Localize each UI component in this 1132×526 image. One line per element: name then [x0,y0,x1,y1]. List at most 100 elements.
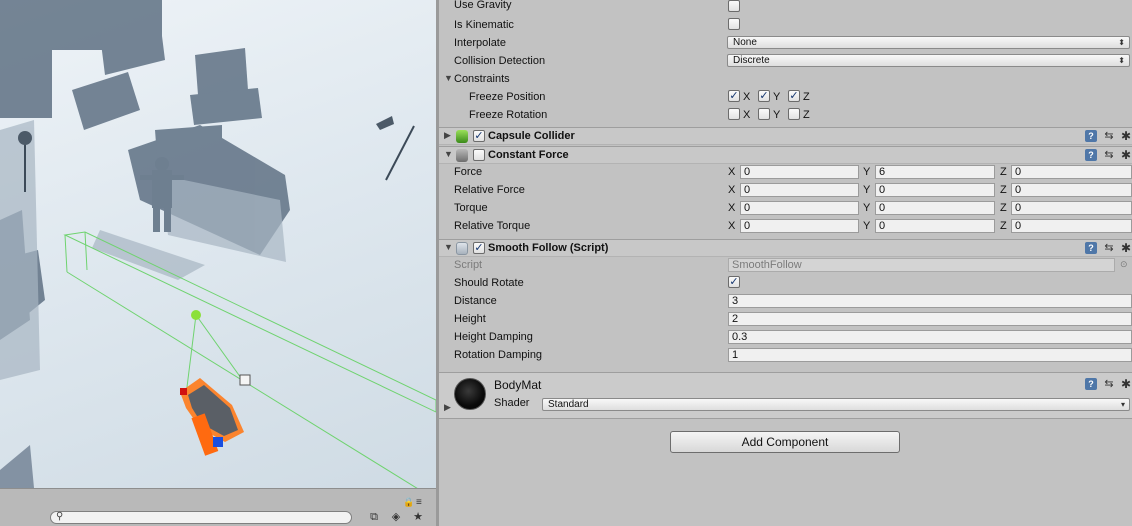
lock-icon[interactable]: 🔒 [403,497,414,508]
height-row: Height 2 [439,311,1132,329]
torque-y-field[interactable]: 0 [875,201,995,215]
interpolate-dropdown[interactable]: None ⬍ [727,36,1130,49]
capsule-collider-title: Capsule Collider [488,130,575,142]
torque-row: Torque X 0 Y 0 Z 0 [439,200,1132,218]
scene-view[interactable] [0,0,436,488]
height-damping-row: Height Damping 0.3 [439,329,1132,347]
constant-force-enabled-checkbox[interactable] [473,149,485,161]
material-name: BodyMat [494,378,542,392]
relative-torque-y-axis-label: Y [863,220,871,232]
relative-force-z-field[interactable]: 0 [1011,183,1132,197]
scene-render [0,0,436,488]
material-foldout-icon[interactable]: ▶ [444,402,451,413]
relative-force-x-axis-label: X [728,184,736,196]
filter-label-icon[interactable]: ◈ [388,509,404,525]
use-gravity-checkbox[interactable] [728,0,740,12]
rotation-damping-label: Rotation Damping [454,349,543,361]
help-icon[interactable]: ? [1085,242,1097,254]
help-icon[interactable]: ? [1085,149,1097,161]
freeze-position-y-label: Y [773,91,781,103]
torque-z-axis-label: Z [1000,202,1007,214]
constant-force-foldout-icon[interactable]: ▼ [444,149,453,159]
project-toolbar: 🔒 ≡ ⚲ ⧉ ◈ ★ [0,488,436,526]
help-icon[interactable]: ? [1085,378,1097,390]
add-component-button[interactable]: Add Component [670,431,900,453]
interpolate-label: Interpolate [454,37,506,49]
preset-icon[interactable]: ⇆ [1103,242,1115,254]
torque-z-field[interactable]: 0 [1011,201,1132,215]
use-gravity-row: Use Gravity [439,0,1132,18]
force-y-field[interactable]: 6 [875,165,995,179]
should-rotate-checkbox[interactable]: ✓ [728,276,740,288]
capsule-collider-enabled-checkbox[interactable]: ✓ [473,130,485,142]
shader-dropdown[interactable]: Standard ▾ [542,398,1130,411]
constraints-foldout-icon[interactable]: ▼ [444,73,453,83]
height-damping-field[interactable]: 0.3 [728,330,1132,344]
inspector-panel: Use Gravity Is Kinematic Interpolate Non… [439,0,1132,526]
freeze-rotation-x-label: X [743,109,751,121]
force-z-field[interactable]: 0 [1011,165,1132,179]
script-object-field[interactable]: SmoothFollow [728,258,1115,272]
shader-value: Standard [548,399,589,410]
freeze-position-label: Freeze Position [469,91,546,103]
interpolate-row: Interpolate None ⬍ [439,35,1132,53]
help-icon[interactable]: ? [1085,130,1097,142]
freeze-position-x-checkbox[interactable]: ✓ [728,90,740,102]
distance-field[interactable]: 3 [728,294,1132,308]
freeze-rotation-x-checkbox[interactable] [728,108,740,120]
collision-detection-value: Discrete [733,55,770,66]
smooth-follow-header[interactable]: ▼ ✓ Smooth Follow (Script) ? ⇆ ✱ [439,239,1132,257]
capsule-collider-foldout-icon[interactable]: ▶ [444,130,451,141]
preset-icon[interactable]: ⇆ [1103,378,1115,390]
constant-force-header[interactable]: ▼ Constant Force ? ⇆ ✱ [439,146,1132,164]
collision-detection-row: Collision Detection Discrete ⬍ [439,53,1132,71]
constraints-row[interactable]: ▼ Constraints [439,71,1132,89]
rotation-damping-row: Rotation Damping 1 [439,347,1132,365]
relative-torque-row: Relative Torque X 0 Y 0 Z 0 [439,218,1132,236]
force-label: Force [454,166,483,178]
script-icon [456,242,468,255]
relative-force-x-field[interactable]: 0 [740,183,859,197]
material-section: BodyMat ▶ Shader Standard ▾ ? ⇆ ✱ [439,372,1132,419]
rotation-damping-field[interactable]: 1 [728,348,1132,362]
relative-torque-z-field[interactable]: 0 [1011,219,1132,233]
height-field[interactable]: 2 [728,312,1132,326]
gear-icon[interactable]: ✱ [1120,149,1132,161]
force-x-field[interactable]: 0 [740,165,859,179]
favorite-star-icon[interactable]: ★ [410,509,426,525]
force-y-axis-label: Y [863,166,871,178]
torque-x-field[interactable]: 0 [740,201,859,215]
smooth-follow-foldout-icon[interactable]: ▼ [444,242,453,252]
unity-editor: 🔒 ≡ ⚲ ⧉ ◈ ★ Use Gravity Is Kinematic Int… [0,0,1132,526]
relative-force-y-field[interactable]: 0 [875,183,995,197]
smooth-follow-enabled-checkbox[interactable]: ✓ [473,242,485,254]
object-picker-icon[interactable]: ⊙ [1120,259,1128,270]
gear-icon[interactable]: ✱ [1120,378,1132,390]
relative-torque-y-field[interactable]: 0 [875,219,995,233]
gear-icon[interactable]: ✱ [1120,242,1132,254]
preset-icon[interactable]: ⇆ [1103,149,1115,161]
script-label: Script [454,259,483,271]
is-kinematic-row: Is Kinematic [439,17,1132,35]
relative-torque-label: Relative Torque [454,220,531,232]
freeze-rotation-y-checkbox[interactable] [758,108,770,120]
relative-force-row: Relative Force X 0 Y 0 Z 0 [439,182,1132,200]
freeze-position-x-label: X [743,91,751,103]
gear-icon[interactable]: ✱ [1120,130,1132,142]
capsule-collider-icon [456,130,468,143]
is-kinematic-label: Is Kinematic [454,19,514,31]
material-preview-thumbnail[interactable] [454,378,486,410]
constant-force-icon [456,149,468,162]
force-z-axis-label: Z [1000,166,1007,178]
is-kinematic-checkbox[interactable] [728,18,740,30]
collision-detection-dropdown[interactable]: Discrete ⬍ [727,54,1130,67]
freeze-position-y-checkbox[interactable]: ✓ [758,90,770,102]
freeze-rotation-z-checkbox[interactable] [788,108,800,120]
freeze-position-z-checkbox[interactable]: ✓ [788,90,800,102]
relative-torque-x-field[interactable]: 0 [740,219,859,233]
menu-icon[interactable]: ≡ [416,497,422,508]
capsule-collider-header[interactable]: ▶ ✓ Capsule Collider ? ⇆ ✱ [439,127,1132,145]
preset-icon[interactable]: ⇆ [1103,130,1115,142]
filter-type-icon[interactable]: ⧉ [366,509,382,525]
project-search-input[interactable]: ⚲ [50,511,352,524]
